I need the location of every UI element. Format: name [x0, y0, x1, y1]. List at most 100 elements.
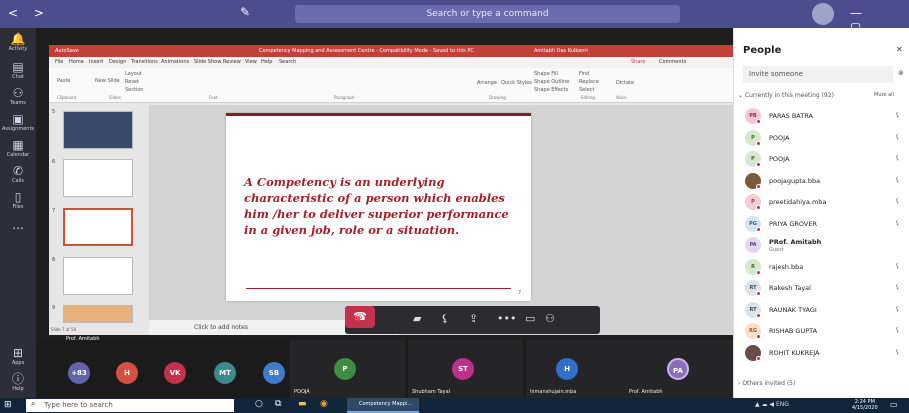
- chrome-icon[interactable]: ◉: [320, 399, 328, 409]
- appbar-item-help[interactable]: ⓘ Help: [0, 372, 36, 393]
- others-invited[interactable]: › Others invited (5): [738, 380, 795, 387]
- file-explorer-icon[interactable]: ▬: [298, 399, 307, 409]
- search-input[interactable]: Search or type a command: [295, 5, 680, 23]
- participant-bubble[interactable]: MT: [214, 362, 236, 384]
- participant-row[interactable]: RT RAUNAK TYAGI ⚸: [745, 301, 905, 320]
- layout-button[interactable]: Layout: [125, 71, 142, 77]
- find-button[interactable]: Find: [579, 71, 589, 77]
- participant-row[interactable]: PA PRof. Amitabh Guest: [745, 237, 905, 255]
- share-button[interactable]: Share: [631, 57, 645, 68]
- overflow-bubble[interactable]: +83: [68, 362, 90, 384]
- participant-row[interactable]: PB PARAS BATRA ⚸: [745, 108, 905, 126]
- menu-design[interactable]: Design: [109, 57, 126, 68]
- system-tray[interactable]: ▲ ☁ ◀ ENG: [755, 401, 789, 408]
- mic-off-icon[interactable]: ⚸: [895, 305, 900, 313]
- appbar-item-more[interactable]: ...: [0, 218, 36, 232]
- replace-button[interactable]: Replace: [579, 79, 599, 85]
- menu-search[interactable]: Search: [279, 57, 296, 68]
- participant-tile[interactable]: H himanshujain.mba: [526, 340, 641, 398]
- autosave-label[interactable]: AutoSave: [55, 45, 79, 57]
- section-button[interactable]: Section: [125, 87, 144, 93]
- participant-row[interactable]: poojagupta.bba ⚸: [745, 172, 905, 191]
- taskbar-app-powerpoint[interactable]: Competency Mappi...: [347, 398, 419, 413]
- share-icon[interactable]: ⇪: [469, 312, 478, 325]
- mic-off-icon[interactable]: ⚸: [441, 312, 449, 325]
- shape-outline-button[interactable]: Shape Outline: [534, 79, 569, 85]
- slide-thumbnail-selected[interactable]: [63, 208, 133, 246]
- clock[interactable]: 2:24 PM 4/15/2020: [852, 399, 878, 411]
- menu-animations[interactable]: Animations: [161, 57, 189, 68]
- participant-tile[interactable]: P POOJA: [290, 340, 405, 398]
- edit-icon[interactable]: ✎: [240, 5, 250, 19]
- participant-row[interactable]: P POOJA ⚸: [745, 151, 905, 169]
- select-button[interactable]: Select: [579, 87, 594, 93]
- more-icon[interactable]: •••: [497, 312, 516, 325]
- shape-effects-button[interactable]: Shape Effects: [534, 87, 568, 93]
- mic-off-icon[interactable]: ⚸: [895, 133, 900, 141]
- slide-thumbnail[interactable]: [63, 305, 133, 323]
- participant-row[interactable]: P POOJA ⚸: [745, 129, 905, 148]
- mic-off-icon[interactable]: ⚸: [895, 348, 900, 356]
- participant-tile[interactable]: PA Prof. Amitabh: [625, 340, 733, 398]
- quick-styles-button[interactable]: Quick Styles: [501, 80, 532, 86]
- shape-fill-button[interactable]: Shape Fill: [534, 71, 558, 77]
- appbar-item-calls[interactable]: ✆ Calls: [0, 164, 36, 185]
- taskbar-search[interactable]: Type here to search: [26, 399, 234, 412]
- appbar-item-teams[interactable]: ⚇ Teams: [0, 86, 36, 107]
- appbar-item-files[interactable]: ▯ Files: [0, 190, 36, 211]
- dictate-button[interactable]: Dictate: [616, 80, 634, 86]
- video-off-icon[interactable]: ▰: [413, 312, 421, 325]
- participant-row[interactable]: RG RISHAB GUPTA ⚸: [745, 323, 905, 341]
- close-icon[interactable]: ✕: [896, 45, 903, 54]
- appbar-item-calendar[interactable]: ▦ Calendar: [0, 138, 36, 159]
- mic-off-icon[interactable]: ⚸: [895, 154, 900, 162]
- participant-bubble[interactable]: VK: [164, 362, 186, 384]
- menu-review[interactable]: Review: [223, 57, 241, 68]
- participant-bubble[interactable]: H: [116, 362, 138, 384]
- participant-tile[interactable]: ST Shubham Tayal: [408, 340, 523, 398]
- participant-row[interactable]: PG PRIYA GROVER ⚸: [745, 215, 905, 234]
- paste-button[interactable]: Paste: [57, 78, 71, 84]
- participant-row[interactable]: Ppreetidahiya.mba ⚸: [745, 194, 905, 212]
- mic-off-icon[interactable]: ⚸: [895, 176, 900, 184]
- slide-thumbnail[interactable]: [63, 111, 133, 149]
- menu-insert[interactable]: Insert: [89, 57, 103, 68]
- slide-thumbnail[interactable]: [63, 257, 133, 295]
- windows-start-icon[interactable]: ⊞: [4, 400, 12, 410]
- menu-file[interactable]: File: [55, 57, 63, 68]
- section-header[interactable]: ⌄ Currently in this meeting (92): [738, 92, 834, 99]
- chat-icon[interactable]: ▭: [525, 312, 535, 325]
- menu-slideshow[interactable]: Slide Show: [194, 57, 221, 68]
- record-icon[interactable]: ⏺: [355, 312, 361, 326]
- back-forward-buttons[interactable]: < >: [8, 6, 50, 20]
- appbar-item-apps[interactable]: ⊞ Apps: [0, 346, 36, 367]
- mute-all-button[interactable]: Mute all: [874, 92, 894, 98]
- current-slide[interactable]: A Competency is an underlying characteri…: [226, 113, 531, 301]
- menu-view[interactable]: View: [245, 57, 257, 68]
- copy-link-icon[interactable]: ⊗: [898, 69, 904, 77]
- appbar-item-assignments[interactable]: ▣ Assignments: [0, 112, 36, 133]
- cortana-icon[interactable]: ○: [255, 399, 263, 409]
- menu-transitions[interactable]: Transitions: [131, 57, 158, 68]
- reset-button[interactable]: Reset: [125, 79, 139, 85]
- mic-off-icon[interactable]: ⚸: [895, 262, 900, 270]
- mic-off-icon[interactable]: ⚸: [895, 111, 900, 119]
- people-icon[interactable]: ⚇: [545, 312, 555, 325]
- invite-input[interactable]: Invite someone: [743, 66, 893, 83]
- arrange-button[interactable]: Arrange: [477, 80, 497, 86]
- participant-bubble[interactable]: SB: [263, 362, 285, 384]
- slide-thumbnail[interactable]: [63, 159, 133, 197]
- notifications-icon[interactable]: ▭: [890, 400, 898, 409]
- appbar-item-activity[interactable]: 🔔 Activity: [0, 32, 36, 53]
- menu-help[interactable]: Help: [261, 57, 272, 68]
- participant-row[interactable]: Rrajesh.bba ⚸: [745, 258, 905, 277]
- mic-off-icon[interactable]: ⚸: [895, 197, 900, 205]
- new-slide-button[interactable]: New Slide: [95, 78, 120, 84]
- avatar[interactable]: [812, 3, 834, 25]
- comments-button[interactable]: Comments: [659, 57, 686, 68]
- task-view-icon[interactable]: ⧉: [275, 399, 281, 409]
- mic-off-icon[interactable]: ⚸: [895, 219, 900, 227]
- mic-off-icon[interactable]: ⚸: [895, 326, 900, 334]
- participant-row[interactable]: ROHIT KUKREJA ⚸: [745, 344, 905, 363]
- appbar-item-chat[interactable]: ▤ Chat: [0, 60, 36, 81]
